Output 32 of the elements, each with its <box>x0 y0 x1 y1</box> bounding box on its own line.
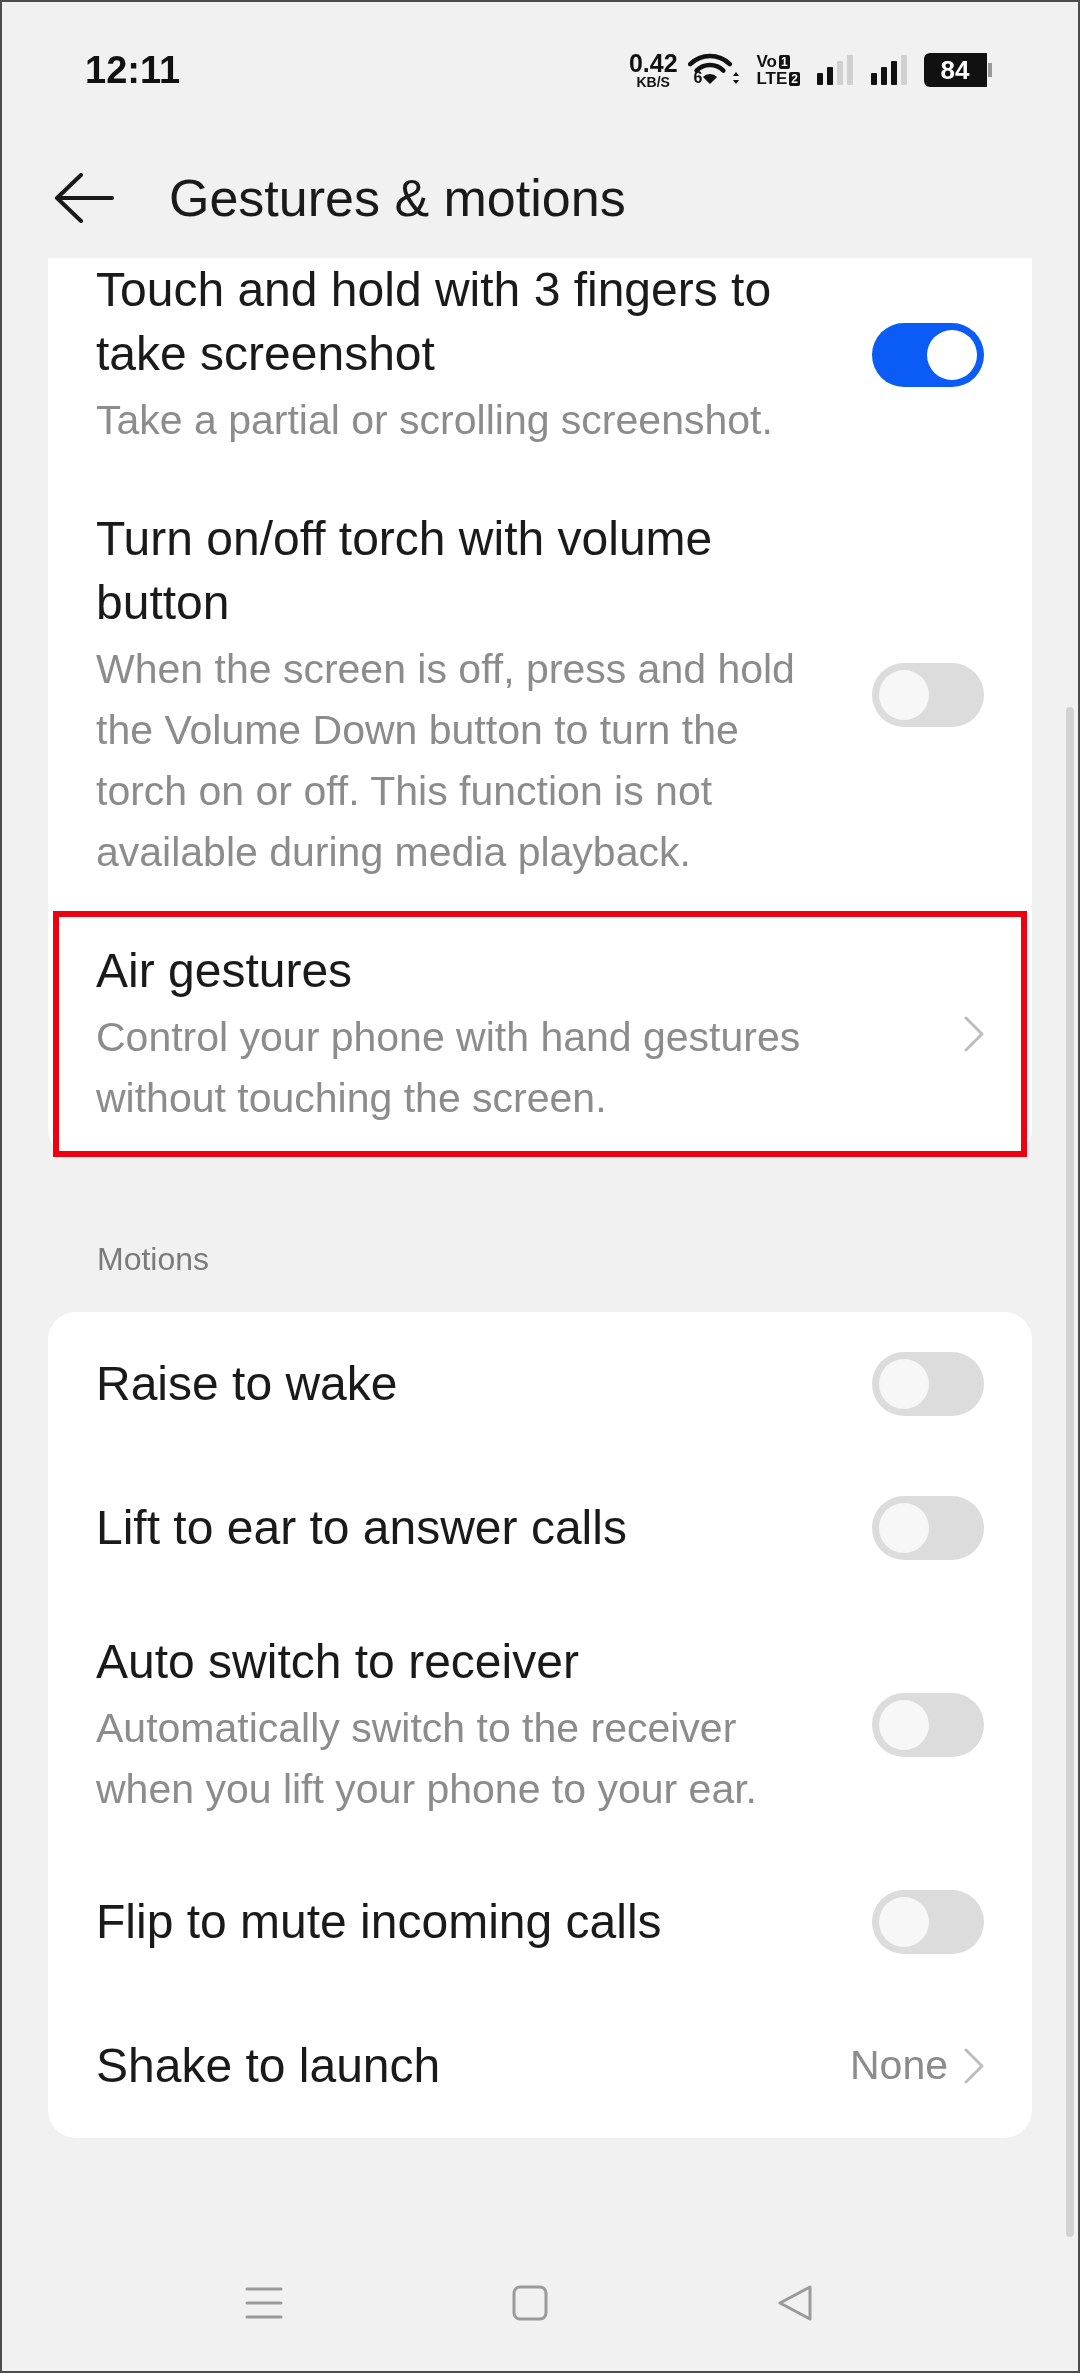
page-title: Gestures & motions <box>169 167 626 229</box>
volte-label: LTE <box>756 70 788 87</box>
back-triangle-icon[interactable] <box>777 2284 813 2322</box>
chevron-right-icon <box>964 1016 984 1052</box>
signal-icon <box>870 55 908 85</box>
setting-description: Control your phone with hand gestures without touching the screen. <box>96 1013 802 1123</box>
menu-icon[interactable] <box>245 2286 283 2320</box>
setting-description: Automatically switch to the receiver when you lift your phone to your ear. <box>96 1704 758 1814</box>
battery-indicator: 84 <box>924 53 992 87</box>
setting-title[interactable]: Shake to launch <box>96 2034 836 2098</box>
home-square-icon[interactable] <box>512 2285 548 2321</box>
setting-title: Turn on/off torch with volume button <box>96 511 714 631</box>
setting-title[interactable]: Air gestures <box>96 939 836 1003</box>
network-speed-unit: KB/S <box>636 75 670 89</box>
wifi-standard-label: 6 <box>693 70 703 86</box>
setting-title: Raise to wake <box>96 1356 399 1412</box>
chevron-right-icon <box>964 2048 984 2084</box>
status-time: 12:11 <box>85 51 181 89</box>
setting-title: Auto switch to receiver <box>96 1634 580 1690</box>
setting-value: None <box>850 2041 948 2091</box>
setting-description: Take a partial or scrolling screenshot. <box>96 396 774 445</box>
network-speed: 0.42 <box>628 51 678 75</box>
sim-slot-badge: 1 <box>778 54 790 69</box>
setting-title: Flip to mute incoming calls <box>96 1894 663 1950</box>
back-arrow-icon[interactable] <box>54 173 114 223</box>
section-header: Motions <box>96 1240 211 1279</box>
setting-description: When the screen is off, press and hold the Volume Down button to turn the torch on or off. This function is not available during media playback. <box>96 645 796 877</box>
sim-slot-badge: 2 <box>789 71 800 86</box>
setting-title: Touch and hold with 3 fingers to take screenshot <box>96 262 773 382</box>
volte-label: Vo <box>756 53 777 70</box>
signal-icon <box>816 55 854 85</box>
setting-title: Lift to ear to answer calls <box>96 1500 628 1556</box>
